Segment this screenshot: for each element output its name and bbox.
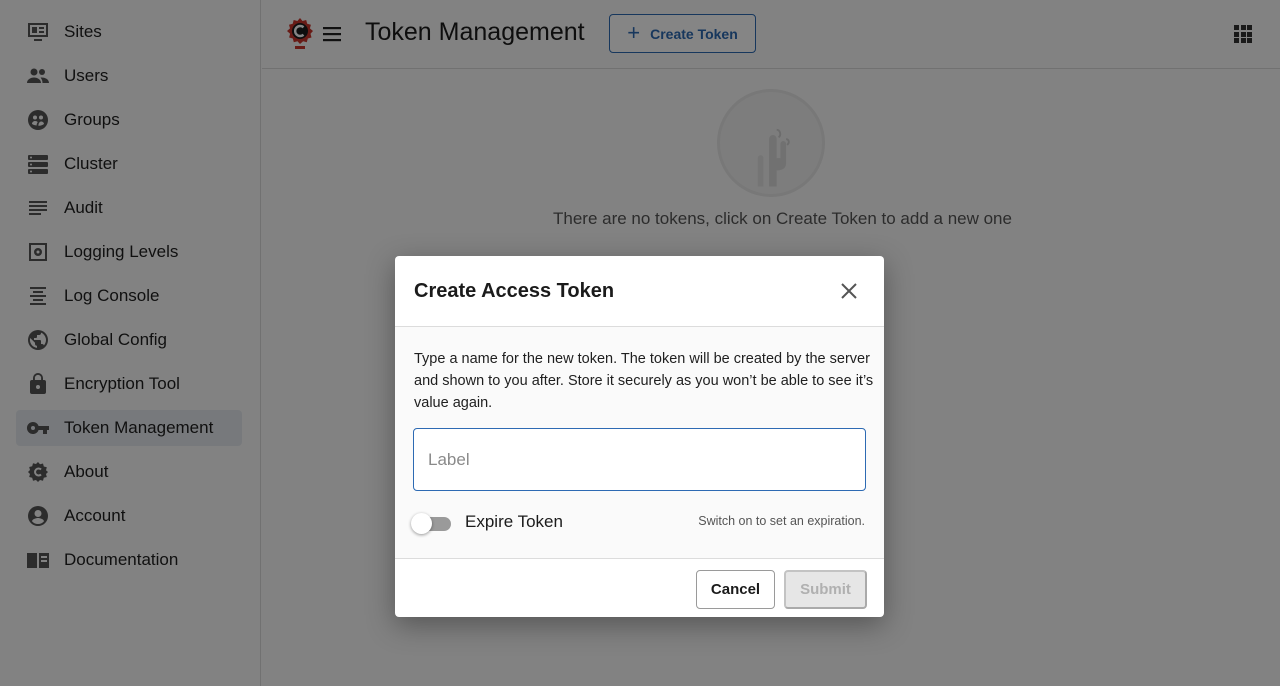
create-token-dialog: Create Access Token Type a name for the …: [395, 256, 884, 617]
dialog-description: Type a name for the new token. The token…: [414, 351, 874, 411]
dialog-title: Create Access Token: [414, 280, 615, 302]
expiration-hint: Switch on to set an expiration.: [698, 514, 865, 528]
dialog-body: Type a name for the new token. The token…: [395, 327, 884, 559]
cancel-button[interactable]: Cancel: [696, 570, 775, 609]
label-input[interactable]: [413, 428, 866, 491]
submit-button[interactable]: Submit: [784, 570, 867, 609]
dialog-footer: Cancel Submit: [395, 559, 884, 617]
expire-token-label: Expire Token: [465, 512, 563, 531]
close-icon[interactable]: [840, 282, 858, 300]
toggle-thumb: [411, 513, 432, 534]
dialog-header: Create Access Token: [395, 256, 884, 327]
expire-token-toggle[interactable]: [411, 512, 453, 534]
